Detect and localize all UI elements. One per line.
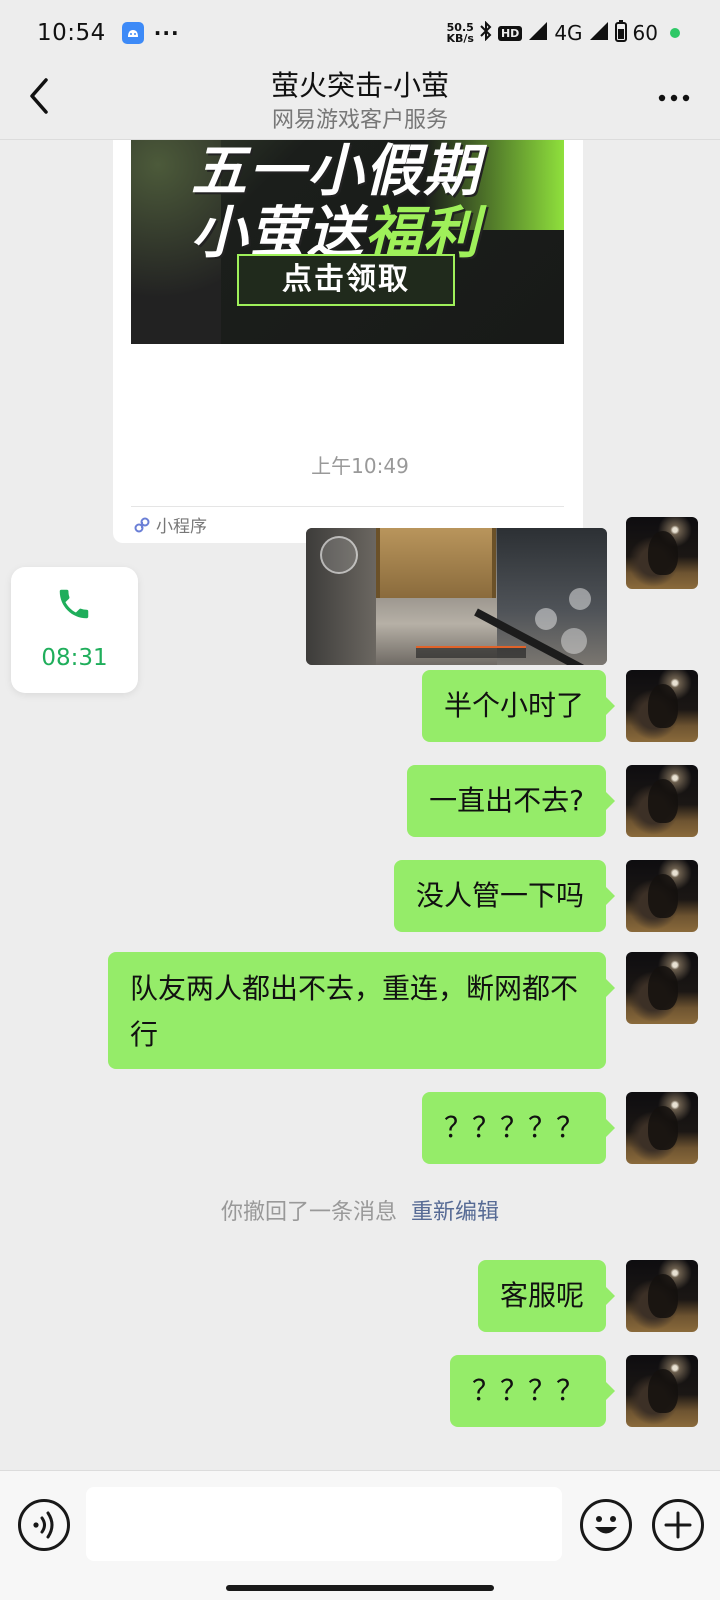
- screenshot-crate: [376, 528, 496, 598]
- privacy-dot: [670, 28, 680, 38]
- more-dots-icon: [658, 94, 690, 102]
- screenshot-hud-button: [535, 608, 557, 630]
- my-avatar[interactable]: [626, 952, 698, 1024]
- network-type: 4G: [554, 21, 583, 45]
- emoji-button[interactable]: [580, 1499, 632, 1551]
- re-edit-link[interactable]: 重新编辑: [411, 1200, 499, 1225]
- message-list[interactable]: 五一小假期 小萤送福利 点击领取 小程序 上午10:49 08:31 半个小时了…: [0, 140, 720, 1470]
- message-bubble[interactable]: 没人管一下吗: [393, 860, 616, 932]
- my-avatar[interactable]: [626, 765, 698, 837]
- signal-icon: [528, 21, 548, 45]
- recall-notice: 你撤回了一条消息 重新编辑: [0, 1194, 720, 1226]
- hd-badge: HD: [497, 25, 523, 41]
- plus-icon: [664, 1511, 692, 1539]
- status-time: 10:54: [37, 20, 106, 46]
- message-timestamp: 上午10:49: [311, 454, 409, 478]
- screenshot-hotbar: [416, 646, 526, 658]
- message-bubble[interactable]: 客服呢: [477, 1260, 616, 1332]
- home-indicator[interactable]: [226, 1585, 494, 1591]
- phone-icon: [59, 589, 89, 619]
- screenshot-hud-button: [561, 628, 587, 654]
- image-message[interactable]: [306, 528, 607, 665]
- screenshot-hud-joystick: [320, 536, 358, 574]
- battery-level: 60: [632, 21, 658, 45]
- chat-title: 萤火突击-小萤: [270, 69, 450, 102]
- screenshot-hud-button: [569, 588, 591, 610]
- my-avatar[interactable]: [626, 1092, 698, 1164]
- my-avatar[interactable]: [626, 860, 698, 932]
- voice-input-button[interactable]: [18, 1499, 70, 1551]
- message-bubble[interactable]: ？？？？: [449, 1355, 616, 1427]
- more-functions-button[interactable]: [652, 1499, 704, 1551]
- my-avatar[interactable]: [626, 1260, 698, 1332]
- mini-program-label-text: 小程序: [156, 517, 207, 537]
- my-avatar[interactable]: [626, 517, 698, 589]
- chat-header: 萤火突击-小萤 网易游戏客户服务: [0, 56, 720, 140]
- message-bubble[interactable]: 一直出不去?: [407, 765, 615, 837]
- bluetooth-icon: [480, 20, 492, 45]
- call-duration: 08:31: [41, 645, 108, 671]
- chat-subtitle: 网易游戏客户服务: [271, 108, 448, 133]
- card-divider: [131, 506, 564, 507]
- battery-icon: [614, 20, 627, 46]
- more-options-button[interactable]: [654, 78, 694, 118]
- network-speed: 50.5 KB/s: [446, 22, 473, 44]
- my-avatar[interactable]: [626, 1355, 698, 1427]
- network-speed-unit: KB/s: [446, 32, 474, 45]
- signal-icon-2: [589, 21, 609, 45]
- message-bubble[interactable]: 队友两人都出不去，重连，断网都不行: [108, 952, 615, 1069]
- input-bar: [0, 1470, 720, 1600]
- mini-program-card[interactable]: 五一小假期 小萤送福利 点击领取 小程序: [113, 140, 583, 543]
- my-avatar[interactable]: [626, 670, 698, 742]
- recall-notice-text: 你撤回了一条消息: [220, 1200, 397, 1225]
- voice-call-floating-window[interactable]: 08:31: [11, 567, 138, 693]
- status-more-dots: ···: [153, 21, 180, 45]
- message-bubble[interactable]: ？？？？？: [421, 1092, 616, 1164]
- message-input[interactable]: [86, 1487, 562, 1561]
- voice-icon: [33, 1511, 54, 1539]
- app-notification-icon: [121, 22, 144, 44]
- emoji-icon: [595, 1516, 617, 1534]
- banner-claim-button[interactable]: 点击领取: [237, 254, 455, 306]
- message-bubble[interactable]: 半个小时了: [421, 670, 616, 742]
- mini-program-banner: 五一小假期 小萤送福利 点击领取: [131, 140, 564, 344]
- mini-program-label: 小程序: [133, 512, 207, 537]
- status-indicators: 50.5 KB/s HD 4G 60: [446, 20, 680, 46]
- mini-program-icon: [134, 517, 150, 532]
